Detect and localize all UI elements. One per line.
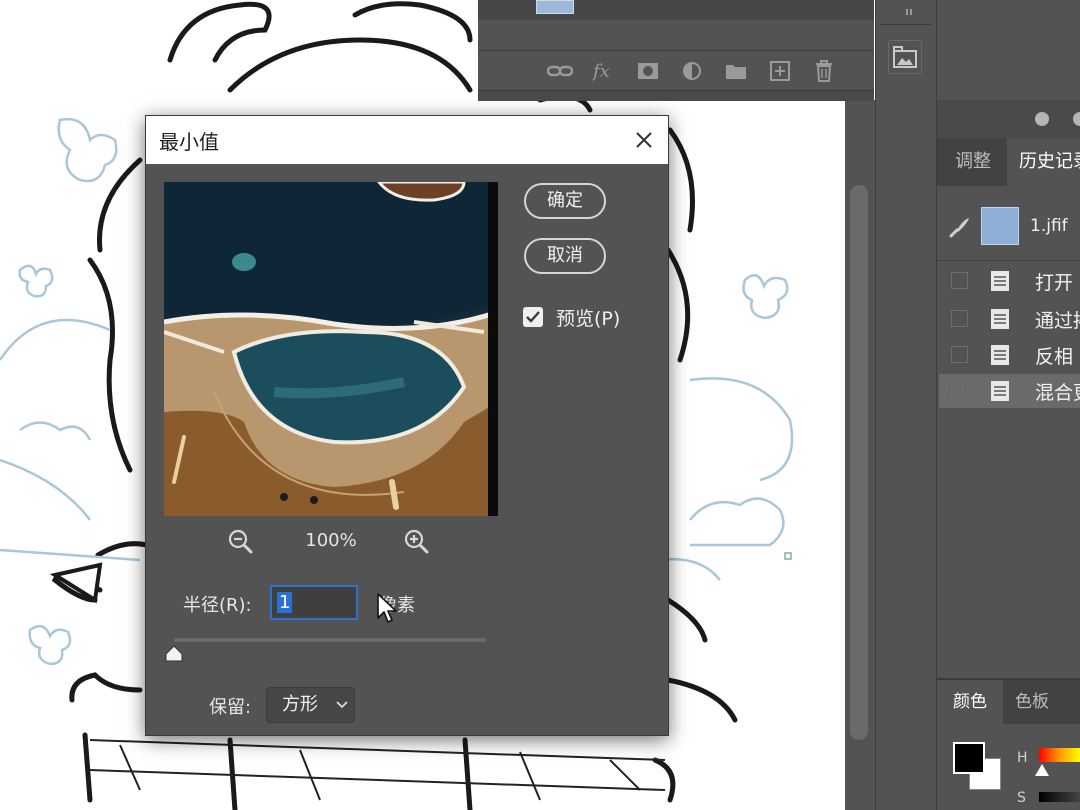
history-brush-icon[interactable] [949,216,971,242]
layer-row[interactable] [478,0,874,20]
history-item-label: 反相 [1035,346,1074,368]
vertical-scrollbar[interactable] [850,185,868,740]
dock-top-area [937,0,1080,101]
preserve-label: 保留: [209,697,252,718]
dot-icon [1073,112,1080,126]
preview-label[interactable]: 预览(P) [556,304,620,331]
radius-label: 半径(R): [183,595,252,616]
saturation-slider[interactable] [1039,792,1080,802]
layer-mask-icon[interactable] [626,56,670,86]
snapshot-label: 1.jfif [1030,216,1068,236]
radius-slider[interactable] [174,638,486,642]
hue-slider-thumb[interactable] [1035,764,1049,776]
panel-resize-bar[interactable] [478,90,874,101]
tab-swatches[interactable]: 色板 [1015,680,1049,724]
ok-button[interactable]: 确定 [524,183,606,219]
chevron-down-icon [336,701,348,709]
dialog-title: 最小值 [159,130,219,154]
checkmark-icon [526,311,540,323]
history-checkbox[interactable] [951,272,968,289]
layer-comps-icon[interactable] [888,40,922,74]
group-folder-icon[interactable] [714,56,758,86]
layers-panel: fx [478,0,874,101]
divider [478,50,874,51]
radius-slider-thumb[interactable] [164,645,184,667]
hue-label: H [1017,750,1028,766]
grip-icon[interactable] [906,0,916,15]
dialog-titlebar[interactable]: 最小值 [146,116,668,164]
panel-header-bar [937,100,1080,138]
preview-checkbox[interactable] [523,307,543,327]
new-layer-icon[interactable] [758,56,802,86]
tab-history[interactable]: 历史记录 [1007,138,1080,186]
preserve-select[interactable]: 方形 [266,687,355,723]
layer-thumbnail [536,0,574,14]
history-state-icon [990,270,1010,296]
history-item-selected[interactable]: 混合更改 [939,374,1080,408]
zoom-level: 100% [305,530,357,551]
link-layers-icon[interactable] [538,56,582,86]
trash-icon[interactable] [802,56,846,86]
radius-value: 1 [277,592,293,613]
tab-color[interactable]: 颜色 [937,680,1003,724]
saturation-label: S [1017,790,1026,806]
dot-icon [1035,112,1049,126]
history-item[interactable]: 通过拷贝的图层 [939,302,1080,336]
preserve-value: 方形 [282,694,318,715]
history-item-label: 通过拷贝的图层 [1035,310,1080,332]
layers-toolbar: fx [538,56,846,86]
tab-adjustments[interactable]: 调整 [955,138,991,186]
adjustment-layer-icon[interactable] [670,56,714,86]
history-checkbox[interactable] [951,310,968,327]
radius-unit-label: 像素 [379,595,415,616]
divider [880,24,932,25]
cancel-button[interactable]: 取消 [524,238,606,274]
history-item[interactable]: 打开 [939,264,1080,298]
zoom-in-icon[interactable] [404,529,430,559]
filter-preview[interactable] [164,182,498,516]
fx-icon[interactable]: fx [582,56,626,86]
zoom-out-icon[interactable] [228,529,254,559]
hue-slider[interactable] [1039,748,1080,762]
close-icon[interactable] [628,124,660,156]
preview-image [164,182,498,516]
radius-input[interactable]: 1 [270,585,358,620]
history-checkbox[interactable] [951,346,968,363]
panel-icon-strip [875,0,937,810]
history-checkbox[interactable] [951,382,968,399]
history-state-icon [990,380,1010,406]
minimum-filter-dialog: 最小值 100% 确定 取消 预览(P) 半径(R): 1 像素 保留: 方形 [145,115,669,736]
history-item-label: 打开 [1035,272,1074,294]
history-item[interactable]: 反相 [939,338,1080,372]
panel-tabs: 调整 历史记录 [937,138,1080,186]
history-state-icon [990,344,1010,370]
snapshot-thumbnail [981,207,1019,245]
right-dock: 调整 历史记录 1.jfif 打开 通过拷贝的图层 反相 混合更改 颜色 色板 … [937,0,1080,810]
svg-text:fx: fx [592,61,610,81]
history-state-icon [990,308,1010,334]
history-item-label: 混合更改 [1035,382,1080,404]
foreground-color-swatch[interactable] [953,742,985,774]
